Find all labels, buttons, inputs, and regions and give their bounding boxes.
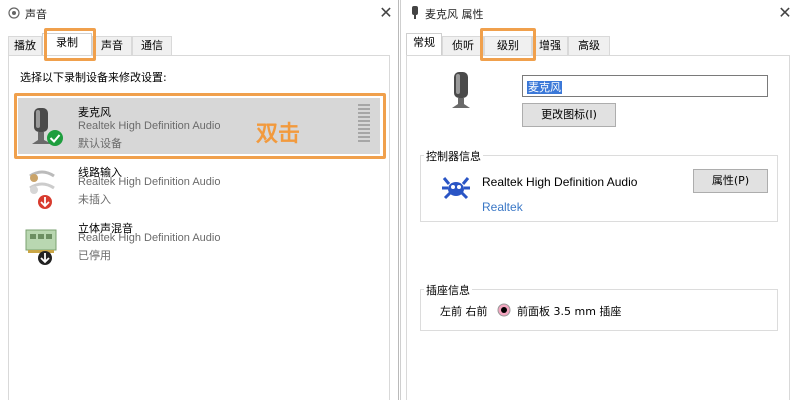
jack-color-icon: [497, 303, 511, 320]
line-in-icon: [24, 164, 68, 210]
device-status: 已停用: [78, 250, 111, 262]
tab-advanced[interactable]: 高级: [568, 36, 610, 55]
device-row-line-in[interactable]: 线路输入 Realtek High Definition Audio 未插入: [18, 158, 380, 214]
tab-sounds[interactable]: 声音: [92, 36, 132, 55]
tab-general[interactable]: 常规: [406, 33, 442, 55]
window-title: 声音: [25, 8, 47, 21]
close-button[interactable]: ✕: [775, 3, 795, 23]
device-driver: Realtek High Definition Audio: [78, 176, 221, 188]
close-button[interactable]: ✕: [376, 3, 396, 23]
tab-communications[interactable]: 通信: [132, 36, 172, 55]
tab-playback[interactable]: 播放: [8, 36, 42, 55]
change-icon-button[interactable]: 更改图标(I): [522, 103, 616, 127]
controller-info-label: 控制器信息: [424, 148, 483, 164]
title-bar: 麦克风 属性 ✕: [401, 0, 799, 28]
device-row-stereo-mix[interactable]: 立体声混音 Realtek High Definition Audio 已停用: [18, 214, 380, 270]
microphone-icon: [411, 6, 419, 23]
tab-listen[interactable]: 侦听: [442, 36, 484, 55]
realtek-crab-icon: [440, 172, 472, 205]
title-bar: 声音 ✕: [0, 0, 398, 28]
recording-tab-highlight: [44, 28, 96, 61]
microphone-icon: [448, 70, 476, 115]
microphone-row-highlight: [14, 93, 386, 159]
realtek-link[interactable]: Realtek: [482, 200, 523, 214]
double-click-annotation: 双击: [256, 122, 301, 147]
speaker-icon: [8, 7, 20, 22]
tab-enhancements[interactable]: 增强: [532, 36, 568, 55]
window-title: 麦克风 属性: [425, 8, 484, 21]
properties-button[interactable]: 属性(P): [693, 169, 768, 193]
device-driver: Realtek High Definition Audio: [78, 232, 221, 244]
device-status: 未插入: [78, 194, 111, 206]
device-name-field[interactable]: 麦克风: [522, 75, 768, 97]
levels-tab-highlight: [480, 28, 536, 61]
sound-dialog: 声音 ✕ 播放 录制 声音 通信 选择以下录制设备来修改设置: 麦克风 Real…: [0, 0, 399, 400]
sound-card-icon: [24, 220, 68, 266]
instruction-text: 选择以下录制设备来修改设置:: [20, 71, 167, 84]
jack-description: 前面板 3.5 mm 插座: [517, 305, 622, 318]
jack-info-label: 插座信息: [424, 282, 472, 298]
controller-name: Realtek High Definition Audio: [482, 175, 638, 189]
jack-location: 左前 右前: [440, 305, 488, 318]
device-name-value: 麦克风: [527, 81, 562, 94]
